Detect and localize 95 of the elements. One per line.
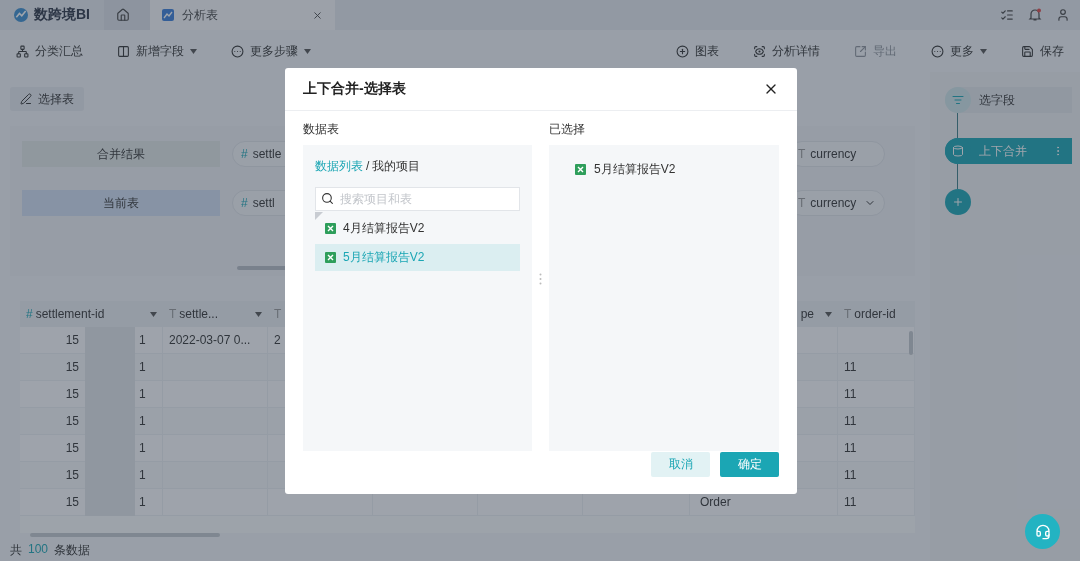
cell-value: 1: [139, 441, 146, 455]
toolbar-button[interactable]: 更多步骤: [231, 42, 311, 60]
app-name: 数跨境BI: [34, 6, 90, 24]
breadcrumb-separator: /: [366, 159, 370, 173]
cancel-button[interactable]: 取消: [651, 452, 710, 477]
scan-icon: [753, 44, 766, 58]
type-glyph: #: [241, 196, 248, 210]
type-glyph: #: [26, 307, 33, 321]
spreadsheet-icon: [325, 223, 336, 234]
cell-value: 1: [139, 495, 146, 509]
dialog-title: 上下合并-选择表: [303, 80, 406, 98]
export-icon: [854, 44, 867, 58]
cell-value: 11: [844, 468, 857, 482]
cell-value: 11: [844, 441, 857, 455]
caret-icon: [980, 48, 987, 54]
search-icon: [321, 192, 334, 205]
headset-icon: [1034, 523, 1051, 540]
pen-icon: [20, 93, 32, 105]
checklist-icon[interactable]: [1000, 8, 1014, 22]
cylinder-icon: [952, 145, 964, 157]
plus-circle-icon: [676, 44, 689, 58]
cell-value: Order: [700, 495, 731, 509]
toolbar-button[interactable]: 保存: [1021, 42, 1064, 60]
cell-value: 15: [64, 360, 79, 374]
type-glyph: #: [241, 147, 248, 161]
toolbar-button[interactable]: 新增字段: [117, 42, 197, 60]
save-icon: [1021, 44, 1034, 58]
cell-value: 15: [64, 441, 79, 455]
panel-heading: 数据表: [303, 121, 339, 138]
cell-value: 11: [844, 387, 857, 401]
toolbar-button[interactable]: 分类汇总: [16, 42, 83, 60]
cell-value: 2: [274, 333, 281, 347]
panel-heading: 已选择: [549, 121, 585, 138]
caret-icon: [190, 48, 197, 54]
selected-table-item[interactable]: 5月结算报告V2: [561, 157, 767, 182]
column-title: settle...: [179, 307, 219, 321]
close-icon[interactable]: [312, 9, 323, 21]
ellipsis-circle-icon: [931, 44, 944, 58]
cell-value: 15: [64, 495, 79, 509]
hierarchy-icon: [16, 44, 29, 58]
home-icon: [116, 8, 130, 22]
ellipsis-circle-icon: [231, 44, 244, 58]
caret-icon: [255, 311, 262, 317]
toolbar-button[interactable]: 分析详情: [753, 42, 820, 60]
confirm-button[interactable]: 确定: [720, 452, 779, 477]
caret-icon: [304, 48, 311, 54]
column-title: pe: [800, 307, 814, 321]
cell-value: 11: [844, 414, 857, 428]
cell-value: 1: [139, 387, 146, 401]
spreadsheet-icon: [575, 164, 586, 175]
merge-row-label: 合并结果: [22, 141, 220, 167]
toolbar-button[interactable]: 更多: [931, 42, 987, 60]
cell-value: 15: [64, 387, 79, 401]
cell-value: 1: [139, 360, 146, 374]
footer-text: 共: [10, 542, 22, 559]
logo-icon: [14, 6, 28, 24]
cell-value: 15: [64, 333, 79, 347]
spreadsheet-icon: [325, 252, 336, 263]
cell-value: 15: [64, 468, 79, 482]
cell-value: 15: [64, 414, 79, 428]
table-list-item[interactable]: 4月结算报告V2: [315, 215, 520, 242]
home-tab[interactable]: [104, 0, 150, 30]
connector-line: [957, 113, 958, 138]
cell-value: 2022-03-07 0...: [169, 333, 251, 347]
bell-icon[interactable]: [1028, 8, 1042, 22]
footer-text: 条数据: [54, 542, 91, 559]
cell-value: 11: [844, 495, 857, 509]
user-icon[interactable]: [1056, 8, 1070, 22]
column-title: settlement-id: [35, 307, 105, 321]
caret-icon: [150, 311, 157, 317]
cell-value: 1: [139, 468, 146, 482]
field-name: settle: [252, 147, 282, 161]
plus-icon: [952, 196, 964, 208]
caret-icon: [825, 311, 832, 317]
field-name: currency: [810, 196, 857, 210]
merge-row-label: 当前表: [22, 190, 220, 216]
breadcrumb-text: 我的项目: [372, 157, 421, 175]
columns-icon: [117, 44, 130, 58]
column-title: order-id: [854, 307, 896, 321]
field-name: settl: [252, 196, 275, 210]
chart-icon: [162, 9, 174, 21]
cell-value: 1: [139, 414, 146, 428]
connector-line: [957, 164, 958, 189]
field-name: currency: [810, 147, 857, 161]
select-table-button[interactable]: 选择表: [10, 87, 84, 111]
table-list-item[interactable]: 5月结算报告V2: [315, 244, 520, 271]
add-step-button[interactable]: [945, 189, 971, 215]
record-count: 100: [28, 542, 49, 558]
sheet-tab[interactable]: 分析表: [150, 0, 335, 30]
cell-value: 1: [139, 333, 146, 347]
cell-value: 11: [844, 360, 857, 374]
flow-node[interactable]: 选字段: [945, 87, 1072, 113]
filter-icon: [952, 94, 964, 106]
breadcrumb-link[interactable]: 数据列表: [315, 157, 363, 175]
toolbar-button[interactable]: 图表: [676, 42, 719, 60]
